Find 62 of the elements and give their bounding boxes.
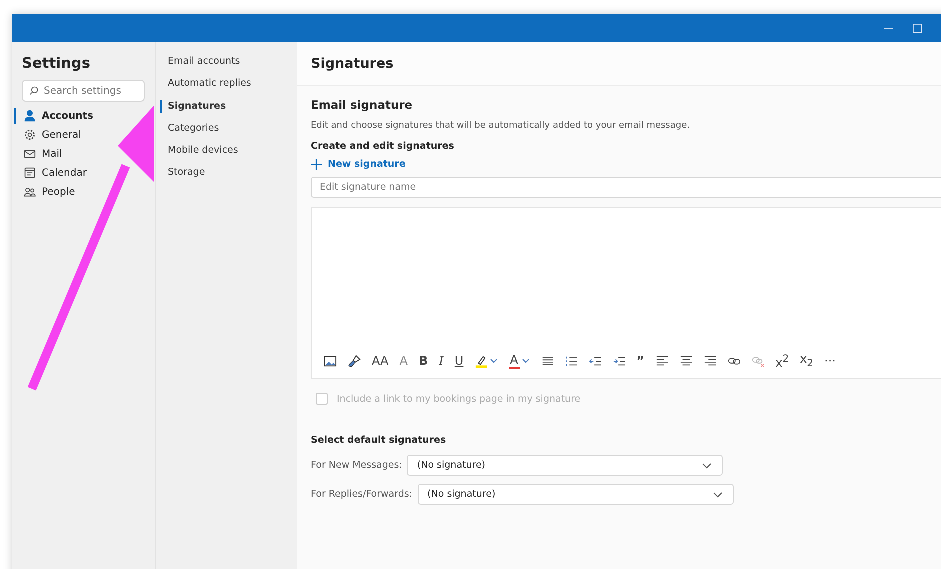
nav-item[interactable]: Accounts [14, 108, 94, 124]
subnav-item[interactable]: Storage [160, 166, 206, 180]
grow-font-button[interactable]: A [400, 354, 408, 368]
nav-item[interactable]: General [14, 127, 82, 143]
chevron-icon [522, 357, 530, 366]
signature-name-field[interactable]: Edit signature name [311, 177, 941, 198]
underline-button[interactable]: U [454, 354, 464, 368]
align-center-icon[interactable] [680, 354, 693, 368]
toolbar-button[interactable]: ” [636, 354, 645, 368]
subnav-item[interactable]: Mobile devices [160, 144, 238, 158]
people-icon [24, 186, 36, 198]
align-right-icon[interactable] [704, 354, 717, 368]
subnav-item[interactable]: Automatic replies [160, 77, 252, 90]
new-signature-button[interactable]: New signature [311, 159, 406, 170]
field-label: For New Messages: [311, 460, 402, 471]
signature-dropdown[interactable]: (No signature) [407, 455, 724, 476]
settings-title: Settings [22, 56, 92, 72]
toolbar-button[interactable]: AA [372, 354, 389, 368]
nav-item[interactable]: Calendar [14, 165, 87, 181]
chevron-icon [490, 357, 498, 366]
subnav-item[interactable]: Categories [160, 122, 220, 135]
nav-label: Accounts [42, 110, 94, 122]
align-left-icon[interactable] [656, 354, 669, 368]
image-icon[interactable] [324, 354, 337, 368]
signature-editor[interactable]: AA A B I U A ” x$^{2}$ x$_{2}$ ··· [311, 207, 941, 379]
nav-label: Calendar [42, 168, 87, 178]
subheading: Select default signatures [311, 435, 448, 446]
subnav-item[interactable]: Signatures [160, 100, 226, 113]
description: Edit and choose signatures that will be automatically added to your email message. [311, 121, 692, 131]
maximize-icon[interactable] [913, 24, 922, 32]
nav-label: People [42, 186, 76, 198]
brush-icon[interactable] [348, 354, 361, 368]
nav-label: Mail [42, 148, 62, 160]
signature-dropdown[interactable]: (No signature) [418, 484, 734, 505]
toolbar-button[interactable]: B [418, 354, 428, 368]
nav-label: General [42, 130, 82, 140]
chevron-icon [702, 462, 712, 468]
bullets-icon[interactable] [540, 354, 554, 368]
font-color-button[interactable]: A [508, 353, 530, 370]
outdent-icon[interactable] [588, 354, 602, 368]
mail-icon [24, 148, 36, 160]
highlight-button[interactable] [474, 354, 498, 368]
chevron-icon [712, 492, 723, 498]
section-heading: Email signature [311, 98, 414, 112]
italic-button[interactable]: I [439, 354, 444, 368]
gear-icon [24, 129, 36, 141]
toolbar-button[interactable]: x$^{2}$ [776, 352, 790, 370]
toolbar-button[interactable]: x$_{2}$ [800, 352, 814, 371]
toolbar-button[interactable]: ··· [824, 354, 836, 368]
subheading: Create and edit signatures [311, 141, 456, 152]
calendar-icon [24, 167, 36, 179]
nav-item[interactable]: People [14, 184, 76, 200]
numbered-list-icon[interactable] [564, 354, 578, 368]
subnav-item[interactable]: Email accounts [160, 55, 240, 68]
person-icon [24, 110, 36, 122]
plus-icon [311, 159, 322, 170]
checkbox-label: Include a link to my bookings page in my signature [337, 394, 581, 404]
field-label: For Replies/Forwards: [311, 489, 413, 500]
search-field[interactable]: Search settings [22, 80, 145, 102]
search-icon [29, 86, 39, 96]
nav-item[interactable]: Mail [14, 146, 62, 162]
indent-icon[interactable] [612, 354, 626, 368]
